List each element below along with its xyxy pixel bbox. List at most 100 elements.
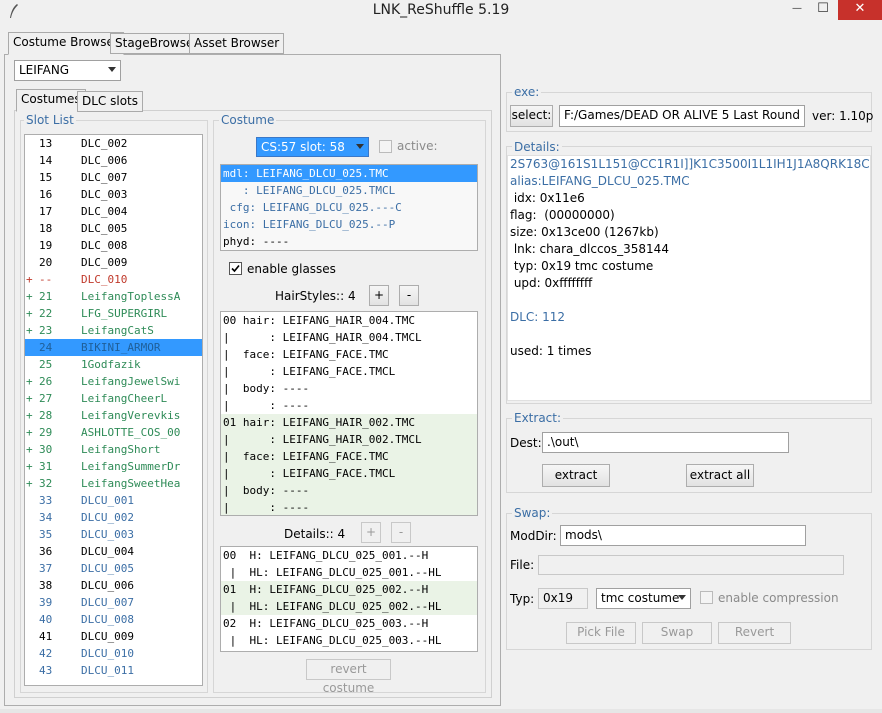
active-checkbox[interactable] xyxy=(379,140,392,153)
slot-list[interactable]: 13 DLC_002 14 DLC_006 15 DLC_007 16 DLC_003 17 DL… xyxy=(24,134,203,686)
slot-list-item[interactable]: 42 DLCU_010 xyxy=(25,645,202,662)
remove-detail-button[interactable]: - xyxy=(391,522,411,543)
slot-list-item[interactable]: 18 DLC_005 xyxy=(25,220,202,237)
costume-file-row[interactable]: cfg: LEIFANG_DLCU_025.---C xyxy=(221,199,477,216)
slot-list-item[interactable]: 40 DLCU_008 xyxy=(25,611,202,628)
enable-compression-checkbox[interactable] xyxy=(700,591,713,604)
slot-list-item[interactable]: 13 DLC_002 xyxy=(25,135,202,152)
tab-costume-browser[interactable]: Costume Browser xyxy=(8,32,124,55)
slot-list-item[interactable]: +23 LeifangCatS xyxy=(25,322,202,339)
tab-costumes[interactable]: Costumes xyxy=(16,89,86,112)
typ-select[interactable]: tmc costume xyxy=(596,588,691,609)
slot-list-item[interactable]: 43 DLCU_011 xyxy=(25,662,202,679)
version-label: ver: 1.10p1 xyxy=(812,109,874,123)
pick-file-button[interactable]: Pick File xyxy=(566,622,636,644)
tab-dlc-slots[interactable]: DLC slots xyxy=(77,91,144,112)
slot-prefix: + xyxy=(26,460,33,473)
hairstyle-row[interactable]: | : ---- xyxy=(221,397,477,414)
hairstyles-list[interactable]: 00 hair: LEIFANG_HAIR_004.TMC | : LEIFANG… xyxy=(220,311,478,516)
hairstyle-row[interactable]: | : LEIFANG_FACE.TMCL xyxy=(221,465,477,482)
slot-number: 33 xyxy=(39,494,53,507)
close-button[interactable]: ✕ xyxy=(838,0,882,20)
slot-list-item[interactable]: 34 DLCU_002 xyxy=(25,509,202,526)
costume-file-row[interactable]: mdl: LEIFANG_DLCU_025.TMC xyxy=(221,165,477,182)
hairstyle-row[interactable]: | : ---- xyxy=(221,499,477,515)
slot-list-item[interactable]: 38 DLCU_006 xyxy=(25,577,202,594)
slot-list-item[interactable]: +29 ASHLOTTE_COS_00 xyxy=(25,424,202,441)
slot-list-item[interactable]: 20 DLC_009 xyxy=(25,254,202,271)
slot-list-item[interactable]: 17 DLC_004 xyxy=(25,203,202,220)
slot-name: DLC_007 xyxy=(81,171,128,184)
hairstyle-row[interactable]: | : LEIFANG_FACE.TMCL xyxy=(221,363,477,380)
swap-button[interactable]: Swap xyxy=(642,622,712,644)
character-select[interactable]: LEIFANG xyxy=(14,60,121,81)
slot-list-item[interactable]: 24 BIKINI_ARMOR xyxy=(25,339,202,356)
slot-list-item[interactable]: +31 LeifangSummerDr xyxy=(25,458,202,475)
add-detail-button[interactable]: + xyxy=(361,522,381,543)
slot-list-item[interactable]: +26 LeifangJewelSwi xyxy=(25,373,202,390)
slot-list-item[interactable]: 33 DLCU_001 xyxy=(25,492,202,509)
moddir-field[interactable]: mods\ xyxy=(560,525,806,546)
slot-list-item[interactable]: 36 DLCU_004 xyxy=(25,543,202,560)
dest-field[interactable]: .\out\ xyxy=(542,432,789,453)
costume-file-row[interactable]: icon: LEIFANG_DLCU_025.--P xyxy=(221,216,477,233)
slot-list-item[interactable]: 14 DLC_006 xyxy=(25,152,202,169)
exe-path-field[interactable]: F:/Games/DEAD OR ALIVE 5 Last Round v1.1… xyxy=(559,105,805,127)
slot-list-item[interactable]: 37 DLCU_005 xyxy=(25,560,202,577)
hairstyle-row[interactable]: | : LEIFANG_HAIR_002.TMCL xyxy=(221,431,477,448)
slot-list-item[interactable]: +32 LeifangSweetHea xyxy=(25,475,202,492)
details-textbox[interactable]: 2S763@161S1L151@CC1R1I]]K1C3500I1L1IH1J1… xyxy=(507,155,871,401)
tab-asset-browser[interactable]: Asset Browser xyxy=(189,33,285,54)
extract-all-button[interactable]: extract all xyxy=(686,464,754,487)
slot-list-item[interactable]: +30 LeifangShort xyxy=(25,441,202,458)
slot-list-item[interactable]: 15 DLC_007 xyxy=(25,169,202,186)
remove-hairstyle-button[interactable]: - xyxy=(399,285,419,306)
slot-name: DLC_008 xyxy=(81,239,128,252)
hairstyle-row[interactable]: 00 hair: LEIFANG_HAIR_004.TMC xyxy=(221,312,477,329)
slot-list-item[interactable]: 39 DLCU_007 xyxy=(25,594,202,611)
costume-files-list[interactable]: mdl: LEIFANG_DLCU_025.TMC : LEIFANG_DLCU… xyxy=(220,164,478,251)
cs-slot-select[interactable]: CS:57 slot: 58 xyxy=(256,137,369,157)
hairstyle-row[interactable]: 01 hair: LEIFANG_HAIR_002.TMC xyxy=(221,414,477,431)
add-hairstyle-button[interactable]: + xyxy=(369,285,389,306)
details-line: 2S763@161S1L151@CC1R1I]]K1C3500I1L1IH1J1… xyxy=(510,157,870,171)
extract-button[interactable]: extract xyxy=(542,464,610,487)
hairstyle-row[interactable]: | face: LEIFANG_FACE.TMC xyxy=(221,346,477,363)
slot-list-item[interactable]: + -- DLC_010 xyxy=(25,271,202,288)
detail-row[interactable]: | HL: LEIFANG_DLCU_025_001.--HL xyxy=(221,564,477,581)
hairstyle-row[interactable]: | face: LEIFANG_FACE.TMC xyxy=(221,448,477,465)
detail-row[interactable]: 00 H: LEIFANG_DLCU_025_001.--H xyxy=(221,547,477,564)
costume-file-row[interactable]: phyd: ---- xyxy=(221,233,477,250)
detail-row[interactable]: | HL: LEIFANG_DLCU_025_002.--HL xyxy=(221,598,477,615)
file-field[interactable] xyxy=(538,555,844,575)
slot-list-item[interactable]: 35 DLCU_003 xyxy=(25,526,202,543)
costume-file-row[interactable]: : LEIFANG_DLCU_025.TMCL xyxy=(221,182,477,199)
typ-field[interactable]: 0x19 xyxy=(538,588,588,609)
slot-number: 25 xyxy=(39,358,53,371)
maximize-button[interactable]: ☐ xyxy=(810,0,836,20)
details-line xyxy=(508,326,870,343)
slot-list-item[interactable]: 25 1Godfazik xyxy=(25,356,202,373)
revert-costume-button[interactable]: revert costume xyxy=(306,659,391,695)
slot-list-item[interactable]: +22 LFG_SUPERGIRL xyxy=(25,305,202,322)
details-list[interactable]: 00 H: LEIFANG_DLCU_025_001.--H | HL: LEI… xyxy=(220,546,478,652)
hairstyle-row[interactable]: | body: ---- xyxy=(221,482,477,499)
slot-list-item[interactable]: +27 LeifangCheerL xyxy=(25,390,202,407)
detail-row[interactable]: | HL: LEIFANG_DLCU_025_003.--HL xyxy=(221,632,477,649)
slot-name: LeifangSummerDr xyxy=(81,460,181,473)
slot-list-item[interactable]: 41 DLCU_009 xyxy=(25,628,202,645)
minimize-button[interactable]: — xyxy=(784,0,810,20)
revert-button[interactable]: Revert xyxy=(718,622,791,644)
active-label: active: xyxy=(397,139,438,153)
enable-glasses-checkbox[interactable] xyxy=(229,262,242,275)
check-icon xyxy=(231,264,240,273)
slot-list-item[interactable]: 19 DLC_008 xyxy=(25,237,202,254)
detail-row[interactable]: 02 H: LEIFANG_DLCU_025_003.--H xyxy=(221,615,477,632)
detail-row[interactable]: 01 H: LEIFANG_DLCU_025_002.--H xyxy=(221,581,477,598)
slot-list-item[interactable]: +28 LeifangVerevkis xyxy=(25,407,202,424)
hairstyle-row[interactable]: | body: ---- xyxy=(221,380,477,397)
slot-list-item[interactable]: 16 DLC_003 xyxy=(25,186,202,203)
slot-list-item[interactable]: +21 LeifangToplessA xyxy=(25,288,202,305)
hairstyle-row[interactable]: | : LEIFANG_HAIR_004.TMCL xyxy=(221,329,477,346)
select-exe-button[interactable]: select: xyxy=(510,105,553,127)
